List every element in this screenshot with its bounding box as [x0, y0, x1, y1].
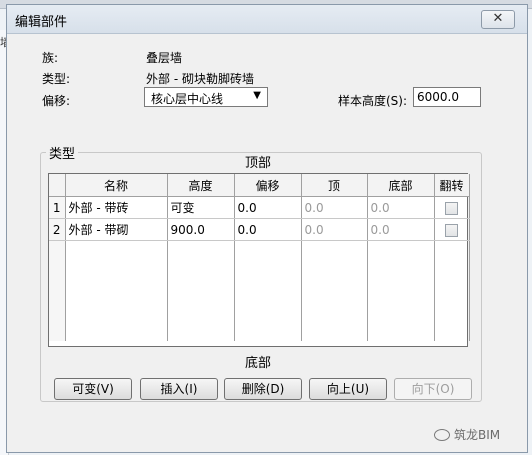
type-label: 类型: [42, 72, 71, 86]
flip-checkbox[interactable] [445, 201, 458, 215]
family-value: 叠层墙 [146, 51, 183, 65]
close-icon: ✕ [492, 11, 504, 26]
flip-checkbox[interactable] [445, 223, 458, 237]
offset-cell[interactable]: 0.0 [234, 196, 302, 219]
title-bar: 编辑部件 ✕ [7, 5, 527, 34]
offset-cell[interactable]: 0.0 [234, 218, 302, 241]
name-cell[interactable]: 外部 - 带砖 [65, 196, 168, 219]
offset-select-value: 核心层中心线 [151, 92, 224, 106]
move-down-button[interactable]: 向下(O) [394, 378, 472, 400]
empty-cell [301, 240, 368, 341]
top-cell: 0.0 [301, 196, 368, 219]
column-header-name[interactable]: 名称 [65, 174, 168, 197]
layers-table: 名称 高度 偏移 顶 底部 翻转 1 外部 - 带砖 可变 0.0 0.0 0.… [48, 173, 470, 347]
bottom-label: 底部 [245, 356, 272, 371]
delete-button[interactable]: 删除(D) [224, 378, 302, 400]
top-cell: 0.0 [301, 218, 368, 241]
chevron-down-icon: ▼ [253, 90, 261, 101]
empty-cell [367, 240, 435, 341]
column-header-flip[interactable]: 翻转 [434, 174, 470, 197]
type-value: 外部 - 砌块勒脚砖墙 [146, 72, 254, 86]
table-header-row: 名称 高度 偏移 顶 底部 翻转 [49, 174, 470, 197]
dialog-title: 编辑部件 [15, 15, 68, 30]
watermark: 筑龙BIM [434, 426, 500, 443]
top-label: 顶部 [245, 156, 272, 171]
move-up-button[interactable]: 向上(U) [309, 378, 387, 400]
watermark-text: 筑龙BIM [454, 428, 501, 442]
bottom-cell: 0.0 [367, 218, 435, 241]
flip-cell [434, 196, 470, 219]
empty-cell [49, 240, 66, 341]
height-cell[interactable]: 900.0 [167, 218, 235, 241]
table-empty-area [49, 240, 470, 341]
row-index[interactable]: 2 [49, 218, 66, 241]
wechat-icon [434, 428, 450, 441]
table-row[interactable]: 2 外部 - 带砌 900.0 0.0 0.0 0.0 [49, 218, 470, 241]
table-row[interactable]: 1 外部 - 带砖 可变 0.0 0.0 0.0 [49, 196, 470, 219]
variable-button[interactable]: 可变(V) [54, 378, 132, 400]
column-header-height[interactable]: 高度 [167, 174, 235, 197]
height-cell[interactable]: 可变 [167, 196, 235, 219]
empty-cell [234, 240, 302, 341]
column-header-top[interactable]: 顶 [301, 174, 368, 197]
bottom-cell: 0.0 [367, 196, 435, 219]
column-header-bottom[interactable]: 底部 [367, 174, 435, 197]
sample-height-input[interactable]: 6000.0 [413, 87, 481, 107]
offset-label: 偏移: [42, 94, 71, 108]
column-header-index [49, 174, 66, 197]
empty-cell [65, 240, 168, 341]
flip-cell [434, 218, 470, 241]
name-cell[interactable]: 外部 - 带砌 [65, 218, 168, 241]
offset-select[interactable]: 核心层中心线 ▼ [144, 87, 268, 107]
column-header-offset[interactable]: 偏移 [234, 174, 302, 197]
close-button[interactable]: ✕ [481, 10, 515, 29]
types-group-label: 类型 [46, 143, 79, 162]
empty-cell [434, 240, 470, 341]
row-index[interactable]: 1 [49, 196, 66, 219]
insert-button[interactable]: 插入(I) [140, 378, 218, 400]
family-label: 族: [42, 51, 59, 65]
sample-height-label: 样本高度(S): [338, 94, 408, 108]
empty-cell [167, 240, 235, 341]
